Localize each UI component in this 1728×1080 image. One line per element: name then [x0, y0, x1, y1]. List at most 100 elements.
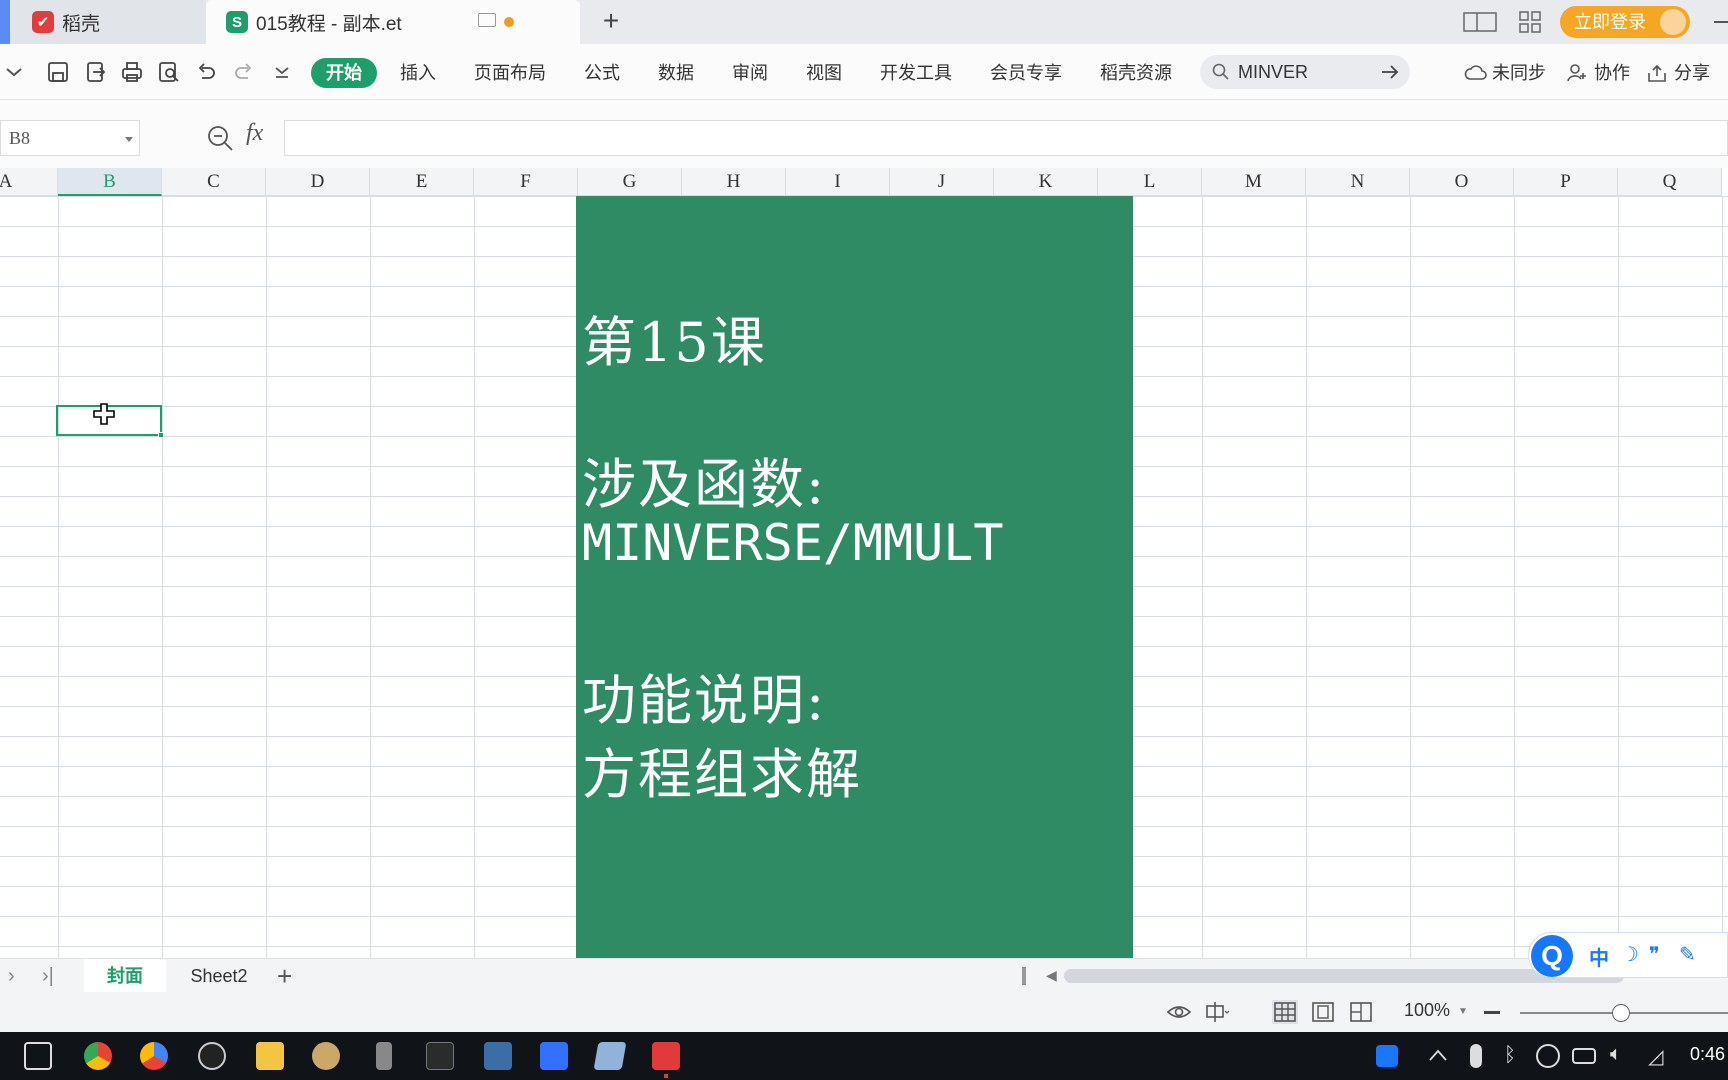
zoom-level[interactable]: 100% — [1404, 1000, 1450, 1021]
notes-icon[interactable] — [593, 1042, 627, 1070]
zoom-out-button[interactable] — [1484, 1011, 1500, 1014]
new-tab-button[interactable]: + — [596, 6, 626, 36]
print-icon[interactable] — [120, 60, 144, 84]
column-header-i[interactable]: I — [786, 168, 890, 196]
ime-mode[interactable]: 中 — [1589, 942, 1609, 971]
chevron-up-icon[interactable] — [1428, 1048, 1448, 1062]
tab-member[interactable]: 会员专享 — [990, 58, 1062, 88]
tab-page-layout[interactable]: 页面布局 — [474, 58, 546, 88]
zoom-slider-knob[interactable] — [1612, 1004, 1630, 1022]
redo-icon[interactable] — [232, 60, 256, 84]
task-view-icon[interactable] — [24, 1042, 52, 1070]
column-header-c[interactable]: C — [162, 168, 266, 196]
chevron-down-icon[interactable]: ▼ — [1458, 1006, 1468, 1017]
volume-icon[interactable]: 🔈︎ — [1610, 1043, 1622, 1066]
column-header-a[interactable]: A — [0, 168, 58, 196]
paint-icon[interactable] — [312, 1042, 340, 1070]
apps-grid-icon[interactable] — [1512, 10, 1548, 34]
column-header-e[interactable]: E — [370, 168, 474, 196]
customize-toolbar-icon[interactable] — [270, 60, 294, 84]
battery-icon[interactable] — [1572, 1048, 1596, 1064]
recorder-icon[interactable] — [376, 1042, 392, 1070]
tab-current-file[interactable]: S 015教程 - 副本.et — [206, 0, 580, 44]
undo-icon[interactable] — [194, 60, 218, 84]
terminal-icon[interactable] — [426, 1042, 454, 1070]
obs-icon[interactable] — [198, 1042, 226, 1070]
page-layout-view-icon[interactable] — [1310, 1000, 1336, 1024]
column-header-n[interactable]: N — [1306, 168, 1410, 196]
collab-button[interactable]: 协作 — [1566, 58, 1630, 88]
minimize-icon[interactable] — [1714, 21, 1728, 23]
eye-protection-icon[interactable] — [1166, 1000, 1192, 1024]
export-pdf-icon[interactable] — [84, 60, 108, 84]
tab-view[interactable]: 视图 — [806, 58, 842, 88]
windows-taskbar: ᛒ 🔈︎ ◿ 0:46 — [0, 1032, 1728, 1080]
calculator-icon[interactable] — [484, 1042, 512, 1070]
chinese-input-icon[interactable] — [1204, 1000, 1230, 1024]
tab-home[interactable]: 开始 — [311, 58, 377, 88]
microphone-icon[interactable] — [1470, 1044, 1482, 1068]
login-button[interactable]: 立即登录 — [1560, 6, 1690, 38]
page-break-view-icon[interactable] — [1348, 1000, 1374, 1024]
column-header-o[interactable]: O — [1410, 168, 1514, 196]
formula-input[interactable] — [284, 120, 1728, 156]
clock[interactable]: 0:46 — [1690, 1044, 1725, 1065]
layout-icon[interactable] — [1462, 10, 1498, 34]
column-header-h[interactable]: H — [682, 168, 786, 196]
fx-icon[interactable]: fx — [246, 120, 263, 147]
sync-status[interactable]: 未同步 — [1464, 58, 1546, 88]
zoom-out-icon[interactable] — [206, 124, 234, 152]
tab-daoke-resources[interactable]: 稻壳资源 — [1100, 58, 1172, 88]
window-edge — [0, 0, 10, 44]
punctuation-icon[interactable]: ❞ — [1649, 942, 1660, 967]
column-header-l[interactable]: L — [1098, 168, 1202, 196]
sheet-tab-sheet2[interactable]: Sheet2 — [166, 959, 272, 993]
column-header-m[interactable]: M — [1202, 168, 1306, 196]
search-input[interactable]: MINVER — [1200, 55, 1410, 89]
title-bar: ✔ 稻壳 S 015教程 - 副本.et + 立即登录 — [0, 0, 1728, 44]
column-header-b[interactable]: B — [58, 168, 162, 196]
wps-taskbar-icon[interactable] — [652, 1042, 680, 1070]
column-header-f[interactable]: F — [474, 168, 578, 196]
column-header-q[interactable]: Q — [1618, 168, 1722, 196]
chevron-down-icon[interactable] — [125, 137, 133, 142]
arrow-right-icon[interactable] — [1380, 63, 1400, 81]
ime-toolbar[interactable]: Q 中 ☽ ❞ ✎ — [1528, 932, 1728, 978]
fill-handle[interactable] — [158, 432, 164, 438]
normal-view-icon[interactable] — [1272, 1000, 1298, 1024]
next-sheet-icon[interactable]: › — [8, 965, 15, 988]
tab-formulas[interactable]: 公式 — [584, 58, 620, 88]
chrome-icon[interactable] — [84, 1042, 112, 1070]
wifi-icon[interactable]: ◿ — [1648, 1044, 1663, 1069]
chrome-alt-icon[interactable] — [140, 1042, 168, 1070]
print-preview-icon[interactable] — [157, 60, 181, 84]
tab-developer[interactable]: 开发工具 — [880, 58, 952, 88]
column-header-k[interactable]: K — [994, 168, 1098, 196]
add-sheet-button[interactable]: + — [277, 961, 292, 992]
column-header-d[interactable]: D — [266, 168, 370, 196]
column-header-p[interactable]: P — [1514, 168, 1618, 196]
feishu-icon[interactable] — [540, 1042, 568, 1070]
column-header-g[interactable]: G — [578, 168, 682, 196]
last-sheet-icon[interactable]: ›| — [42, 965, 54, 988]
qq-input-tray-icon[interactable] — [1376, 1045, 1398, 1067]
save-icon[interactable] — [46, 60, 70, 84]
obs-tray-icon[interactable] — [1536, 1044, 1560, 1068]
wrench-icon[interactable]: ✎ — [1679, 942, 1696, 967]
chevron-down-icon[interactable] — [2, 60, 26, 84]
tab-data[interactable]: 数据 — [658, 58, 694, 88]
file-explorer-icon[interactable] — [256, 1042, 284, 1070]
scroll-left-icon[interactable]: ◀ — [1046, 967, 1057, 984]
tab-insert[interactable]: 插入 — [400, 58, 436, 88]
split-handle-icon[interactable] — [1022, 967, 1026, 985]
column-header-j[interactable]: J — [890, 168, 994, 196]
sheet-tab-cover[interactable]: 封面 — [84, 959, 166, 993]
tab-review[interactable]: 审阅 — [732, 58, 768, 88]
float-window-icon[interactable] — [478, 13, 496, 27]
share-button[interactable]: 分享 — [1646, 58, 1710, 88]
moon-icon[interactable]: ☽ — [1621, 942, 1639, 967]
name-box[interactable]: B8 — [0, 120, 140, 156]
bluetooth-icon[interactable]: ᛒ — [1504, 1044, 1516, 1067]
tab-daoke[interactable]: ✔ 稻壳 — [0, 0, 206, 44]
banner-description: 方程组求解 — [582, 743, 862, 806]
